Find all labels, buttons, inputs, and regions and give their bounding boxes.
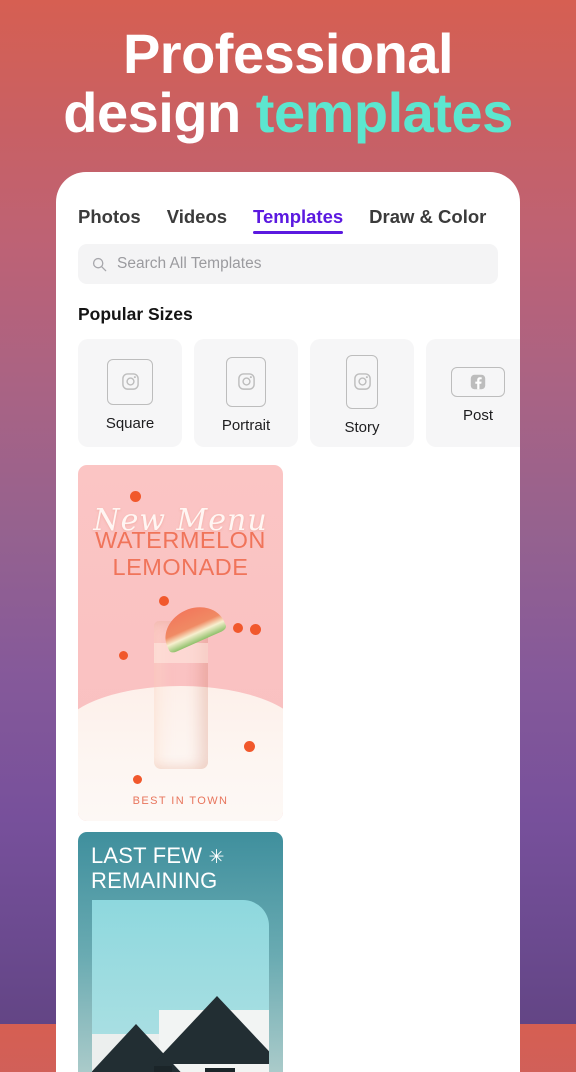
tab-photos[interactable]: Photos: [78, 206, 141, 234]
page-headline: Professional design templates: [0, 24, 576, 143]
template-title-line-2: REMAINING: [91, 867, 218, 893]
size-card-portrait[interactable]: Portrait: [194, 339, 298, 447]
headline-line-2: design templates: [0, 83, 576, 142]
story-frame: [346, 354, 378, 409]
size-card-story[interactable]: Story: [310, 339, 414, 447]
popular-sizes-row: Square Portrait Story Post: [56, 325, 520, 447]
post-frame: [451, 366, 505, 397]
instagram-icon: [353, 373, 371, 390]
headline-line-2-plain: design: [63, 81, 256, 145]
search-icon: [92, 257, 107, 271]
size-card-square[interactable]: Square: [78, 339, 182, 447]
house-photo: [92, 900, 269, 1072]
window: [154, 1066, 172, 1072]
search-section: Search All Templates: [56, 234, 520, 284]
tab-templates[interactable]: Templates: [253, 206, 344, 234]
portrait-frame: [226, 356, 266, 407]
size-label: Post: [462, 406, 493, 424]
decor-dot: [250, 624, 261, 635]
size-card-post[interactable]: Post: [426, 339, 520, 447]
roof-right: [153, 996, 269, 1064]
decor-dot: [233, 623, 243, 633]
size-label: Square: [105, 414, 155, 432]
tab-draw-color[interactable]: Draw & Color: [369, 206, 486, 234]
tab-videos[interactable]: Videos: [167, 206, 227, 234]
window: [205, 1068, 235, 1072]
facebook-icon: [470, 374, 486, 389]
search-input[interactable]: Search All Templates: [117, 255, 261, 273]
template-footer: BEST IN TOWN: [132, 795, 229, 807]
headline-line-1: Professional: [122, 22, 454, 85]
decor-dot: [130, 491, 141, 502]
square-frame: [107, 358, 153, 405]
template-script-text: New Menu: [93, 503, 268, 538]
decor-dot: [159, 596, 169, 606]
template-title-line-2: LEMONADE: [112, 553, 249, 580]
headline-line-2-accent: templates: [255, 81, 513, 145]
size-label: Portrait: [221, 416, 271, 434]
instagram-icon: [237, 373, 255, 390]
template-card-pinecrest-residences[interactable]: LAST FEW ✳ REMAINING PINECREST RESIDENCE…: [78, 832, 283, 1072]
popular-sizes-title: Popular Sizes: [78, 304, 193, 324]
decor-dot: [244, 741, 255, 752]
search-bar[interactable]: Search All Templates: [78, 244, 498, 284]
decor-dot: [133, 775, 142, 784]
decor-dot: [119, 651, 128, 660]
app-window: Photos Videos Templates Draw & Color Sea…: [56, 172, 520, 1072]
instagram-icon: [121, 373, 139, 390]
template-title: LAST FEW ✳ REMAINING: [91, 843, 273, 893]
template-card-watermelon-lemonade[interactable]: WATERMELON LEMONADE New Menu BEST IN TOW…: [78, 465, 283, 821]
tab-bar: Photos Videos Templates Draw & Color: [56, 172, 520, 234]
template-grid: WATERMELON LEMONADE New Menu BEST IN TOW…: [56, 447, 520, 1072]
asterisk-icon: ✳: [208, 847, 225, 868]
size-label: Story: [344, 418, 380, 436]
template-title-line-1: LAST FEW ✳: [91, 843, 225, 868]
